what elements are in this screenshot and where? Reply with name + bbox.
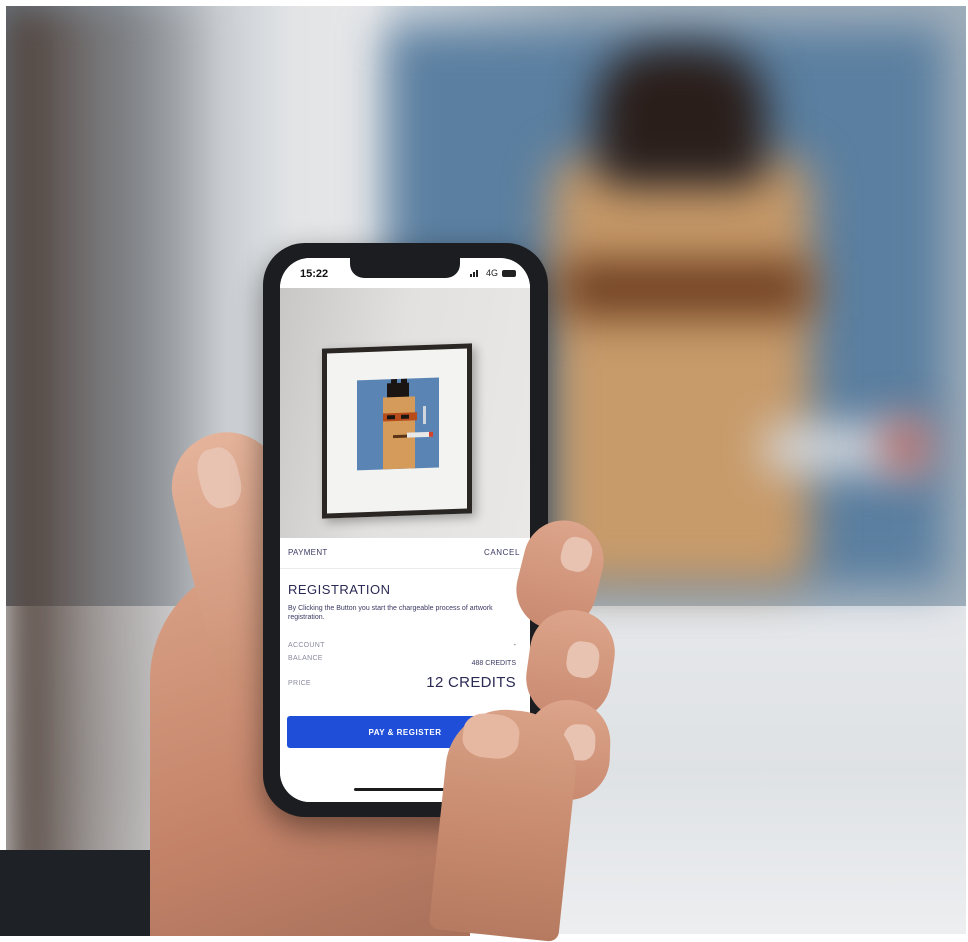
- payment-label: PAYMENT: [288, 548, 328, 557]
- registration-description: By Clicking the Button you start the cha…: [288, 605, 493, 621]
- registration-title: REGISTRATION: [288, 582, 391, 597]
- balance-value: 488 CREDITS: [471, 660, 516, 667]
- payment-header: PAYMENT CANCEL: [280, 538, 530, 569]
- status-indicators: 4G: [469, 268, 516, 278]
- cancel-button[interactable]: CANCEL: [484, 548, 520, 557]
- blurred-artwork-ember: [886, 421, 926, 471]
- home-indicator[interactable]: [354, 788, 444, 791]
- price-value: 12 CREDITS: [426, 674, 516, 691]
- account-value: -: [513, 642, 516, 649]
- camera-artwork-frame: [322, 343, 472, 519]
- network-label: 4G: [485, 268, 498, 278]
- balance-label: BALANCE: [288, 655, 323, 662]
- phone-notch: [350, 258, 460, 278]
- camera-view: [280, 288, 530, 538]
- blurred-artwork-hair: [596, 46, 766, 186]
- pixel-artwork: [357, 377, 439, 471]
- battery-icon: [502, 269, 516, 277]
- blurred-artwork-glasses: [561, 261, 811, 316]
- blurred-artwork-face: [551, 156, 811, 586]
- account-label: ACCOUNT: [288, 642, 325, 649]
- price-label: PRICE: [288, 680, 311, 687]
- status-time: 15:22: [300, 268, 329, 280]
- signal-icon: [469, 269, 482, 277]
